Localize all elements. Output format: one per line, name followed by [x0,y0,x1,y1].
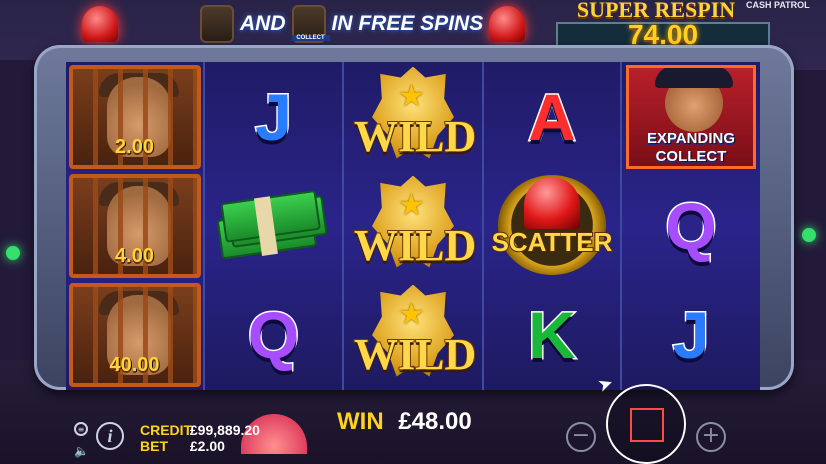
stop-icon [630,408,664,442]
wild-badge-symbol: ★ WILD [353,66,477,167]
credit-label: CREDIT [140,422,193,438]
bet-label: BET [140,438,168,454]
green-light-icon [6,246,20,260]
letter-k-symbol: K [527,297,578,372]
wild-label: WILD [353,329,477,380]
reel-cell: SCATTER [484,171,620,280]
credit-display: CREDIT £99,889.20 [140,422,260,438]
star-icon: ★ [398,78,425,114]
reel-cell: ★ WILD [344,62,482,171]
siren-icon [489,6,526,42]
bet-value: £2.00 [189,438,225,454]
win-display: WIN £48.00 [337,408,472,436]
letter-a-symbol: A [527,79,578,154]
spin-stop-button[interactable] [606,384,686,464]
reel-2: J Q [205,62,344,454]
expanding-collect-label: EXPANDING COLLECT [629,130,753,166]
credit-value: £99,889.20 [189,422,260,438]
collect-line-1: EXPANDING [646,129,736,147]
prisoner-value: 4.00 [115,244,154,267]
reel-cell [205,171,342,280]
reel-cell: ★ WILD [344,171,482,280]
prisoner-cage-symbol: 4.00 [68,173,201,278]
win-value: £48.00 [398,408,472,435]
bottom-hud: ≡ i 🔈 CREDIT £99,889.20 BET £2.00 WIN £4… [0,372,826,464]
prisoner-cage-symbol: 40.00 [68,282,201,387]
scatter-label: SCATTER [491,226,614,258]
letter-q-symbol: Q [664,188,718,263]
prisoner-icon [200,5,234,43]
reel-1: 2.00 4.00 40.00 [66,62,205,390]
green-light-icon [802,228,816,242]
reel-4: A SCATTER K [484,62,622,390]
reel-cell: ★ WILD [344,280,482,389]
reel-cell: 40.00 [66,280,203,389]
prisoner-value: 2.00 [115,135,154,158]
reel-cell: K [484,280,620,389]
police-cap-icon [655,67,733,88]
top-banner: AND COLLECT IN FREE SPINS [60,0,560,48]
reel-grid: 2.00 4.00 40.00 J Q ★ WILD ★ WILD ★ WILD… [66,62,760,454]
letter-j-symbol: J [254,79,294,154]
scatter-siren-symbol: SCATTER [488,171,616,281]
letter-q-symbol: Q [246,297,300,372]
wild-label: WILD [353,220,477,271]
cash-stack-icon [214,188,333,263]
reel-5: EXPANDING COLLECT Q J [622,62,760,390]
decrease-bet-button[interactable]: − [566,422,596,452]
banner-free-spins: IN FREE SPINS [331,12,484,35]
reel-cell: 4.00 [66,171,203,280]
info-button[interactable]: i [96,422,124,450]
building [790,70,826,360]
collect-line-2: COLLECT [655,147,727,165]
wild-badge-symbol: ★ WILD [353,284,477,385]
cop-icon: COLLECT [291,5,330,43]
game-logo: CASH PATROL [746,0,810,10]
star-icon: ★ [398,187,425,223]
reel-cell: Q [205,280,342,389]
win-label: WIN [337,408,384,435]
letter-j-symbol: J [671,297,711,372]
wild-label: WILD [353,111,477,162]
siren-icon [524,176,580,229]
reel-3: ★ WILD ★ WILD ★ WILD [344,62,484,390]
bet-display: BET £2.00 [140,438,225,454]
star-icon: ★ [398,296,425,332]
siren-icon [82,6,118,42]
reel-cell: J [205,62,342,171]
wild-badge-symbol: ★ WILD [353,175,477,276]
reel-cell: 2.00 [66,62,203,171]
sound-icon[interactable]: 🔈 [74,444,89,458]
reel-cell: J [622,280,760,389]
reel-cell: Q [622,171,760,280]
menu-icon[interactable]: ≡ [74,422,88,436]
expanding-collect-symbol: EXPANDING COLLECT [626,64,756,169]
reel-cell: EXPANDING COLLECT [622,62,760,171]
collect-mini-label: COLLECT [291,35,330,41]
banner-and: AND [240,12,286,35]
increase-bet-button[interactable]: + [696,422,726,452]
prisoner-value: 40.00 [109,353,160,376]
reel-cell: A [484,62,620,171]
prisoner-cage-symbol: 2.00 [68,64,201,169]
